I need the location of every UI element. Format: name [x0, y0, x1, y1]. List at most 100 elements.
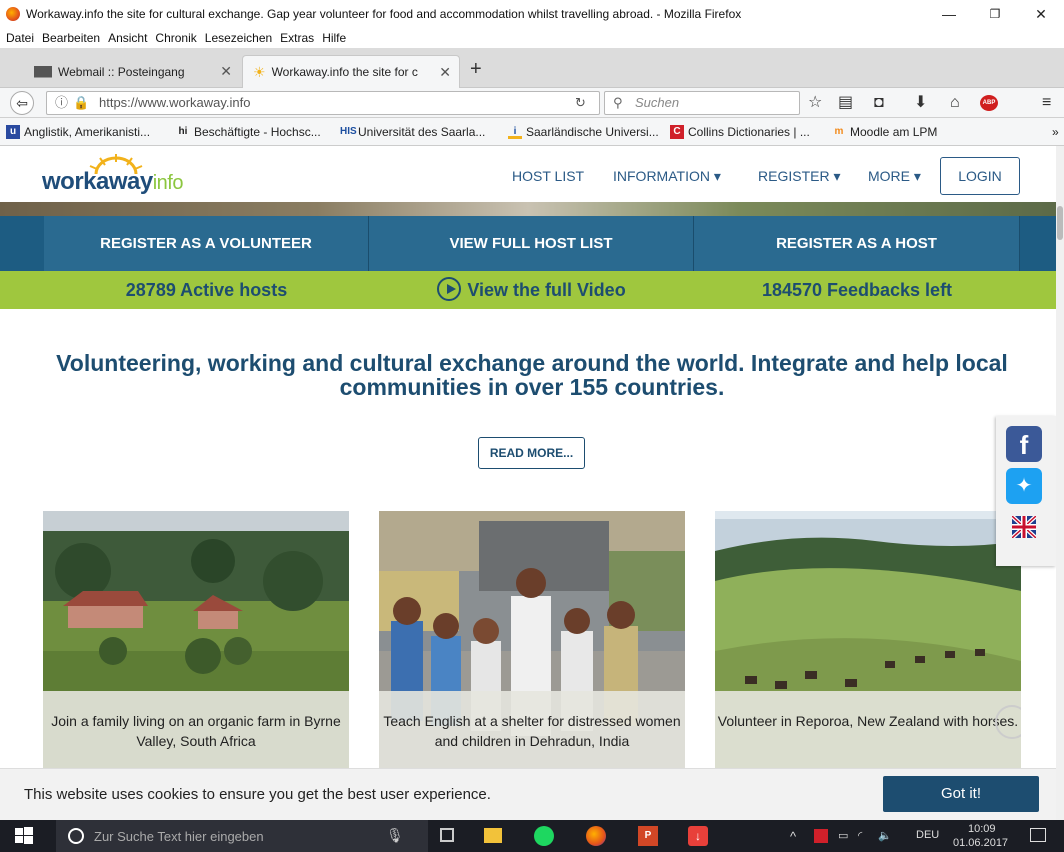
- login-button[interactable]: LOGIN: [940, 157, 1020, 195]
- feedbacks-count: 184570 Feedbacks left: [761, 280, 953, 300]
- clock-time[interactable]: 10:09: [968, 823, 996, 835]
- scrollbar-thumb[interactable]: [1057, 206, 1063, 240]
- lock-icon: 🔒: [73, 95, 90, 110]
- clock-date[interactable]: 01.06.2017: [953, 837, 1008, 849]
- register-host-button[interactable]: REGISTER AS A HOST: [694, 216, 1020, 271]
- close-tab-icon[interactable]: ✕: [220, 63, 232, 80]
- bookmark-beschaeftigte[interactable]: hi Beschäftigte - Hochsc...: [176, 125, 321, 139]
- uk-flag-icon[interactable]: [1010, 514, 1038, 540]
- menu-datei[interactable]: Datei: [6, 31, 34, 45]
- site-logo[interactable]: workawayinfo: [42, 168, 183, 196]
- cookie-accept-button[interactable]: Got it!: [883, 776, 1039, 812]
- microphone-icon[interactable]: 🎙: [386, 827, 404, 844]
- taskbar-search-box[interactable]: Zur Suche Text hier eingeben 🎙: [56, 820, 428, 852]
- menu-ansicht[interactable]: Ansicht: [108, 31, 147, 45]
- active-hosts-count: 28789 Active hosts: [125, 280, 288, 300]
- page-scrollbar[interactable]: [1056, 146, 1064, 820]
- bookmark-star-icon[interactable]: ☆: [808, 94, 822, 112]
- card-caption: Volunteer in Reporoa, New Zealand with h…: [715, 691, 1021, 771]
- nav-host-list[interactable]: HOST LIST: [512, 168, 584, 184]
- downloader-icon[interactable]: ↓: [688, 826, 708, 846]
- maximize-button[interactable]: ❐: [972, 4, 1018, 24]
- minimize-button[interactable]: —: [926, 4, 972, 24]
- read-more-button[interactable]: READ MORE...: [478, 437, 585, 469]
- reload-icon[interactable]: ↻: [575, 92, 586, 114]
- site-header: workawayinfo HOST LIST INFORMATION ▾ REG…: [0, 146, 1056, 202]
- firefox-taskbar-icon[interactable]: [586, 826, 606, 846]
- bookmark-anglistik[interactable]: u Anglistik, Amerikanisti...: [6, 125, 150, 139]
- close-window-button[interactable]: ✕: [1018, 4, 1064, 24]
- info-icon[interactable]: ⓘ: [55, 92, 68, 114]
- menu-hilfe[interactable]: Hilfe: [322, 31, 346, 45]
- new-tab-button[interactable]: +: [470, 58, 482, 81]
- powerpoint-icon[interactable]: P: [638, 826, 658, 846]
- task-view-icon[interactable]: [440, 828, 454, 842]
- bookmark-moodle[interactable]: m Moodle am LPM: [832, 125, 938, 139]
- battery-icon[interactable]: ▭: [838, 829, 848, 842]
- reading-list-icon[interactable]: ▤: [838, 94, 853, 112]
- wifi-icon[interactable]: ◜: [858, 829, 862, 842]
- file-explorer-icon[interactable]: [484, 828, 502, 843]
- nav-more[interactable]: MORE ▾: [868, 168, 921, 185]
- tab-label: Workaway.info the site for c: [271, 65, 418, 79]
- nav-information[interactable]: INFORMATION ▾: [613, 168, 721, 185]
- volume-icon[interactable]: 🔈: [878, 829, 892, 842]
- menu-lesezeichen[interactable]: Lesezeichen: [205, 31, 272, 45]
- bookmark-icon: HIS: [340, 126, 357, 137]
- project-card-farm[interactable]: Join a family living on an organic farm …: [43, 511, 349, 771]
- search-input[interactable]: ⚲ Suchen: [604, 91, 800, 115]
- workaway-favicon: ☀: [253, 63, 266, 80]
- menu-extras[interactable]: Extras: [280, 31, 314, 45]
- home-icon[interactable]: ⌂: [950, 94, 960, 112]
- tray-app-icon[interactable]: [814, 829, 828, 843]
- bookmarks-overflow-icon[interactable]: »: [1052, 125, 1059, 139]
- project-card-horses[interactable]: Volunteer in Reporoa, New Zealand with h…: [715, 511, 1021, 771]
- back-button[interactable]: ⇦: [10, 91, 34, 115]
- search-icon: ⚲: [613, 95, 623, 110]
- window-titlebar: Workaway.info the site for cultural exch…: [0, 0, 1064, 28]
- nav-register[interactable]: REGISTER ▾: [758, 168, 840, 185]
- tab-label: Webmail :: Posteingang: [58, 64, 185, 79]
- spotify-icon[interactable]: [534, 826, 554, 846]
- bookmarks-bar: u Anglistik, Amerikanisti... hi Beschäftig…: [0, 118, 1064, 146]
- view-host-list-button[interactable]: VIEW FULL HOST LIST: [369, 216, 694, 271]
- url-text: https://www.workaway.info: [99, 95, 251, 110]
- menu-bearbeiten[interactable]: Bearbeiten: [42, 31, 100, 45]
- adblock-icon[interactable]: ABP: [980, 95, 998, 111]
- facebook-icon[interactable]: f: [1006, 426, 1042, 462]
- view-video-link[interactable]: View the full Video: [369, 271, 694, 309]
- page-headline: Volunteering, working and cultural excha…: [56, 350, 1008, 400]
- tab-workaway[interactable]: ☀ Workaway.info the site for c ✕: [242, 55, 460, 88]
- twitter-icon[interactable]: ✦: [1006, 468, 1042, 504]
- tab-webmail[interactable]: Webmail :: Posteingang ✕: [24, 55, 240, 88]
- stats-bar: 28789 Active hosts View the full Video 1…: [0, 271, 1056, 309]
- cookie-text: This website uses cookies to ensure you …: [24, 786, 491, 803]
- bookmark-icon: C: [670, 125, 684, 139]
- bookmark-icon: u: [6, 125, 20, 139]
- cortana-icon: [68, 828, 84, 844]
- close-tab-icon[interactable]: ✕: [439, 64, 451, 81]
- tray-chevron-icon[interactable]: ^: [790, 829, 796, 844]
- download-icon[interactable]: ⬇: [914, 94, 927, 112]
- register-volunteer-button[interactable]: REGISTER AS A VOLUNTEER: [44, 216, 369, 271]
- web-page: workawayinfo HOST LIST INFORMATION ▾ REG…: [0, 146, 1064, 820]
- menu-chronik[interactable]: Chronik: [155, 31, 196, 45]
- project-card-teach[interactable]: Teach English at a shelter for distresse…: [379, 511, 685, 771]
- pocket-icon[interactable]: ◘: [874, 94, 884, 112]
- firefox-icon: [6, 7, 20, 21]
- windows-taskbar: Zur Suche Text hier eingeben 🎙 P ↓ ^ ▭ ◜…: [0, 820, 1064, 852]
- language-indicator[interactable]: DEU: [916, 829, 939, 841]
- menu-bar: Datei Bearbeiten Ansicht Chronik Lesezei…: [0, 28, 1064, 48]
- notification-center-icon[interactable]: [1030, 828, 1046, 842]
- navigation-bar: ⇦ ⓘ 🔒 https://www.workaway.info ↻ ⚲ Such…: [0, 88, 1064, 118]
- carousel-next-button[interactable]: [995, 705, 1021, 739]
- cookie-banner: This website uses cookies to ensure you …: [0, 768, 1056, 820]
- search-placeholder: Suchen: [635, 95, 680, 110]
- bookmark-saarlaendische[interactable]: i Saarländische Universi...: [508, 125, 659, 139]
- hamburger-menu-icon[interactable]: ≡: [1042, 94, 1051, 112]
- social-sidebar: f ✦: [996, 416, 1056, 566]
- bookmark-universitaet[interactable]: HIS Universität des Saarla...: [340, 125, 485, 139]
- windows-start-icon[interactable]: [14, 826, 34, 846]
- bookmark-collins[interactable]: C Collins Dictionaries | ...: [670, 125, 810, 139]
- url-bar[interactable]: ⓘ 🔒 https://www.workaway.info ↻: [46, 91, 600, 115]
